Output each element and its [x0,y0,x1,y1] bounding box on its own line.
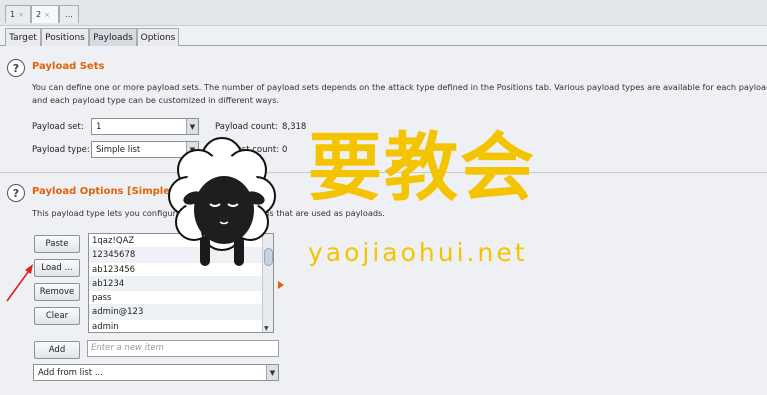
annotation-arrow-icon [6,264,33,302]
load-button[interactable]: Load ... [34,259,80,277]
close-icon[interactable]: × [44,11,50,19]
payload-type-value: Simple list [96,144,141,155]
new-item-input[interactable]: Enter a new item [87,340,279,357]
watermark-chinese: 要教会 [308,125,536,211]
tab-label: 2 [36,10,42,19]
payload-set-value: 1 [96,121,102,132]
add-from-list-select[interactable]: Add from list ... ▼ [33,364,279,381]
close-icon[interactable]: × [18,11,24,19]
watermark-url: yaojiaohui.net [308,238,528,267]
tab-payloads[interactable]: Payloads [89,28,137,46]
list-item[interactable]: admin@123 [89,305,273,320]
description-line: and each payload type can be customized … [32,95,279,105]
list-item[interactable]: admin [89,320,273,332]
help-icon[interactable]: ? [7,59,25,77]
intruder-subtab-strip: Target Positions Payloads Options [0,27,767,46]
tab-positions[interactable]: Positions [41,28,89,46]
payload-count-value: 8,318 [282,122,307,132]
tab-label: 1 [10,10,16,19]
request-tab-1[interactable]: 1 × [5,5,31,23]
list-item[interactable]: pass [89,291,273,306]
request-tab-2[interactable]: 2 × [31,5,59,23]
clear-button[interactable]: Clear [34,307,80,325]
expand-marker-icon[interactable] [278,281,284,289]
chevron-down-icon: ▼ [266,365,278,380]
payload-type-label: Payload type: [32,145,90,155]
list-item[interactable]: ab1234 [89,276,273,292]
description-line: You can define one or more payload sets.… [32,82,767,92]
add-button[interactable]: Add [34,341,80,359]
payload-set-label: Payload set: [32,122,84,132]
paste-button[interactable]: Paste [34,235,80,253]
remove-button[interactable]: Remove [34,283,80,301]
tab-options[interactable]: Options [137,28,179,46]
sheep-mascot-icon [168,137,276,266]
add-from-list-value: Add from list ... [38,367,103,378]
new-tab-button[interactable]: ... [59,5,79,23]
help-icon[interactable]: ? [7,184,25,202]
section-title-payload-sets: Payload Sets [32,61,105,72]
request-tab-strip: 1 × 2 × ... [0,0,767,26]
tab-label: ... [65,10,73,19]
scroll-down-icon[interactable]: ▼ [264,325,269,332]
tab-target[interactable]: Target [5,28,41,46]
payload-sets-description: You can define one or more payload sets.… [32,81,767,107]
